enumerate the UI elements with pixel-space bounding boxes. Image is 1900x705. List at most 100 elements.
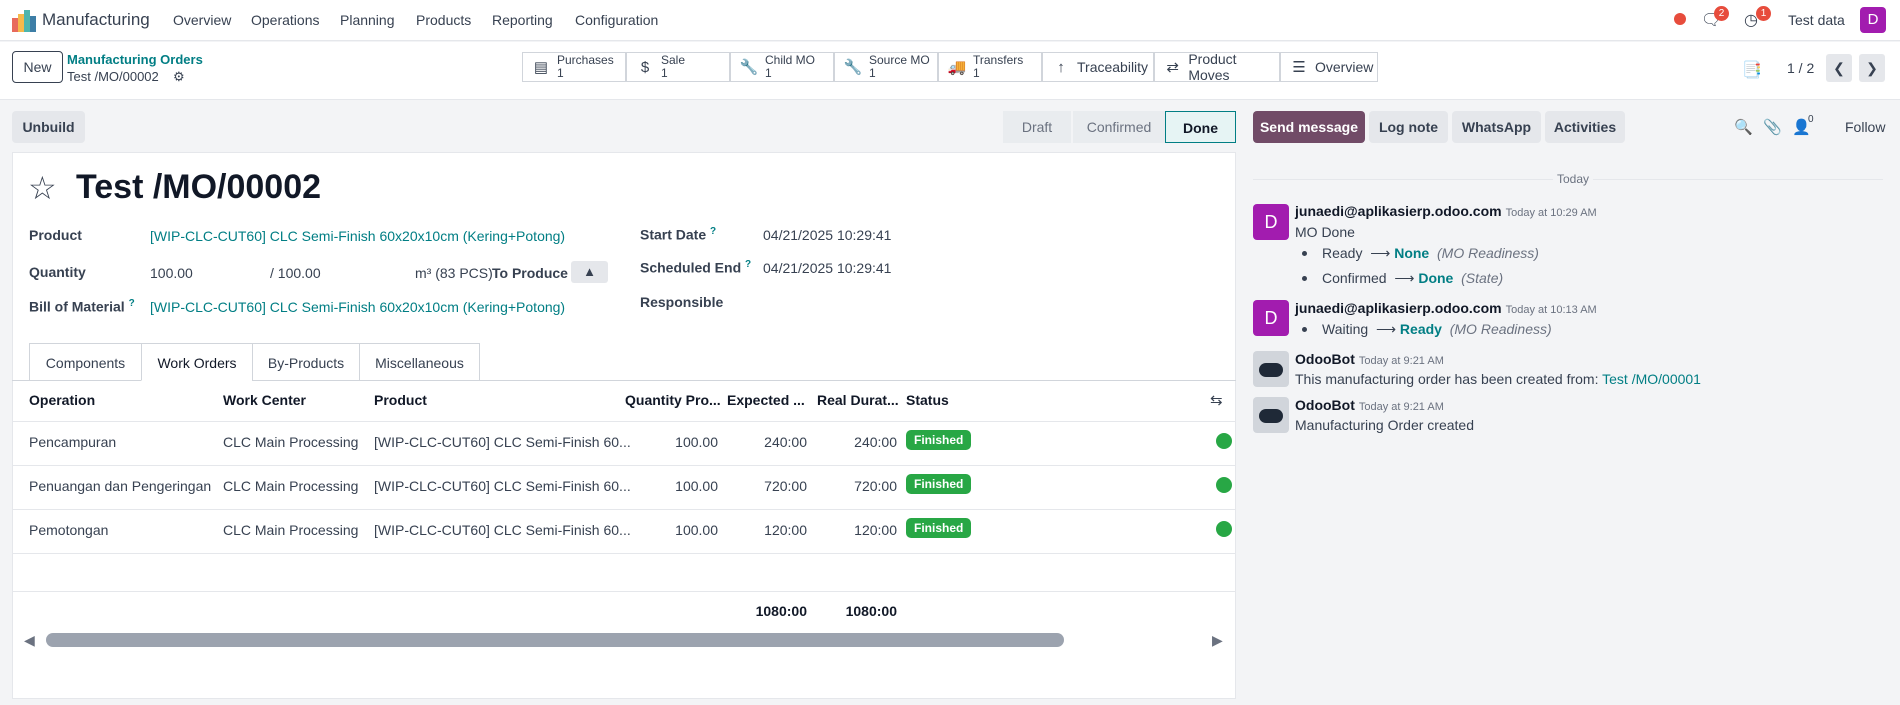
scroll-left-icon[interactable]: ◀ [24, 632, 35, 649]
row-divider [12, 509, 1236, 510]
header-real-duration[interactable]: Real Durat... [817, 392, 899, 408]
smart-label: Transfers [973, 53, 1024, 67]
menu-products[interactable]: Products [416, 12, 471, 28]
header-product[interactable]: Product [374, 392, 427, 408]
stage-confirmed[interactable]: Confirmed [1073, 111, 1165, 143]
odoobot-avatar[interactable] [1253, 351, 1289, 387]
row-divider [12, 421, 1236, 422]
breadcrumb-parent[interactable]: Manufacturing Orders [67, 52, 203, 67]
author-avatar[interactable]: D [1253, 204, 1289, 240]
activities-badge: 1 [1756, 6, 1771, 21]
stage-done[interactable]: Done [1165, 111, 1236, 143]
cell-work-center: CLC Main Processing [223, 434, 359, 450]
cell-work-center: CLC Main Processing [223, 522, 359, 538]
messages-badge: 2 [1714, 6, 1729, 21]
row-divider [12, 553, 1236, 554]
smart-label: Child MO [765, 53, 816, 67]
horizontal-scrollbar[interactable] [46, 633, 1064, 647]
star-icon[interactable]: ☆ [28, 169, 57, 207]
manufacturing-app-icon[interactable] [12, 10, 36, 32]
cell-product: [WIP-CLC-CUT60] CLC Semi-Finish 60... [374, 478, 631, 494]
message-author[interactable]: junaedi@aplikasierp.odoo.com Today at 10:… [1295, 203, 1597, 219]
smart-count: 1 [869, 66, 876, 80]
header-expected[interactable]: Expected ... [727, 392, 805, 408]
source-mo-smart-button[interactable]: 🔧 Source MO 1 [834, 52, 938, 82]
followers-count: 0 [1808, 114, 1814, 125]
start-date-label: Start Date ? [640, 226, 717, 243]
menu-operations[interactable]: Operations [251, 12, 319, 28]
message-author[interactable]: OdooBot Today at 9:21 AM [1295, 351, 1444, 367]
header-quantity[interactable]: Quantity Pro... [625, 392, 721, 408]
column-settings-icon[interactable]: ⇆ [1210, 391, 1223, 409]
status-badge: Finished [906, 518, 972, 538]
unbuild-button[interactable]: Unbuild [12, 111, 85, 143]
follow-button[interactable]: Follow [1845, 119, 1885, 135]
menu-planning[interactable]: Planning [340, 12, 395, 28]
pager-previous-button[interactable]: ❮ [1826, 54, 1852, 82]
smart-label: Sale [661, 53, 686, 67]
cell-operation: Pemotongan [29, 522, 109, 538]
paperclip-icon[interactable]: 📎 [1763, 118, 1782, 136]
chart-area-icon[interactable]: ▲ [571, 261, 608, 283]
overview-smart-button[interactable]: ☰ Overview [1280, 52, 1378, 82]
search-icon[interactable]: 🔍 [1734, 118, 1753, 136]
tracking-value: Ready ⟶ None (MO Readiness) [1322, 245, 1539, 261]
product-field[interactable]: [WIP-CLC-CUT60] CLC Semi-Finish 60x20x10… [150, 228, 565, 244]
transfers-smart-button[interactable]: 🚚 Transfers 1 [938, 52, 1042, 82]
message-author[interactable]: junaedi@aplikasierp.odoo.com Today at 10:… [1295, 300, 1597, 316]
app-name[interactable]: Manufacturing [42, 10, 150, 30]
sale-smart-button[interactable]: $ Sale 1 [626, 52, 730, 82]
cell-quantity: 100.00 [675, 478, 718, 494]
bullet [1302, 276, 1307, 281]
header-status[interactable]: Status [906, 392, 949, 408]
odoobot-avatar[interactable] [1253, 397, 1289, 433]
total-expected: 1080:00 [755, 603, 807, 619]
bom-field[interactable]: [WIP-CLC-CUT60] CLC Semi-Finish 60x20x10… [150, 299, 565, 315]
bullet [1302, 327, 1307, 332]
header-operation[interactable]: Operation [29, 392, 95, 408]
gear-icon[interactable]: ⚙ [173, 69, 185, 85]
cell-expected: 240:00 [764, 434, 807, 450]
menu-configuration[interactable]: Configuration [575, 12, 658, 28]
cell-operation: Pencampuran [29, 434, 117, 450]
product-label: Product [29, 227, 82, 243]
user-avatar[interactable]: D [1860, 7, 1886, 33]
tab-work-orders[interactable]: Work Orders [141, 343, 253, 381]
scheduled-end-field[interactable]: 04/21/2025 10:29:41 [763, 260, 891, 276]
recording-dot-icon[interactable] [1674, 13, 1686, 25]
tab-by-products[interactable]: By-Products [252, 343, 360, 381]
activities-button[interactable]: Activities [1545, 111, 1625, 143]
tab-components[interactable]: Components [29, 343, 142, 381]
pager-next-button[interactable]: ❯ [1859, 54, 1885, 82]
source-mo-link[interactable]: Test /MO/00001 [1602, 371, 1701, 387]
traceability-smart-button[interactable]: ↑ Traceability [1042, 52, 1154, 82]
tab-miscellaneous[interactable]: Miscellaneous [359, 343, 480, 381]
menu-overview[interactable]: Overview [173, 12, 231, 28]
start-date-field[interactable]: 04/21/2025 10:29:41 [763, 227, 891, 243]
smart-count: 1 [661, 66, 668, 80]
smart-label: Source MO [869, 53, 930, 67]
send-message-button[interactable]: Send message [1253, 111, 1365, 143]
menu-reporting[interactable]: Reporting [492, 12, 553, 28]
quantity-uom[interactable]: m³ (83 PCS) [415, 265, 493, 281]
breadcrumb-current: Test /MO/00002 [67, 69, 159, 84]
wrench-icon: 🔧 [843, 59, 863, 76]
dollar-icon: $ [640, 58, 650, 76]
pager-value[interactable]: 1 / 2 [1787, 60, 1814, 76]
header-work-center[interactable]: Work Center [223, 392, 306, 408]
company-name[interactable]: Test data [1788, 12, 1845, 28]
stage-draft[interactable]: Draft [1003, 111, 1071, 143]
child-mo-smart-button[interactable]: 🔧 Child MO 1 [730, 52, 834, 82]
message-author[interactable]: OdooBot Today at 9:21 AM [1295, 397, 1444, 413]
scroll-right-icon[interactable]: ▶ [1212, 632, 1223, 649]
bookmark-icon[interactable]: 📑 [1742, 60, 1762, 80]
new-button[interactable]: New [12, 51, 63, 83]
log-note-button[interactable]: Log note [1369, 111, 1448, 143]
quantity-field[interactable]: 100.00 [150, 265, 193, 281]
author-avatar[interactable]: D [1253, 300, 1289, 336]
product-moves-smart-button[interactable]: ⇄ Product Moves [1154, 51, 1280, 83]
whatsapp-button[interactable]: WhatsApp [1452, 111, 1541, 143]
cell-real-duration: 720:00 [854, 478, 897, 494]
message-body: MO Done [1295, 224, 1355, 240]
purchases-smart-button[interactable]: ▤ Purchases 1 [522, 52, 626, 82]
